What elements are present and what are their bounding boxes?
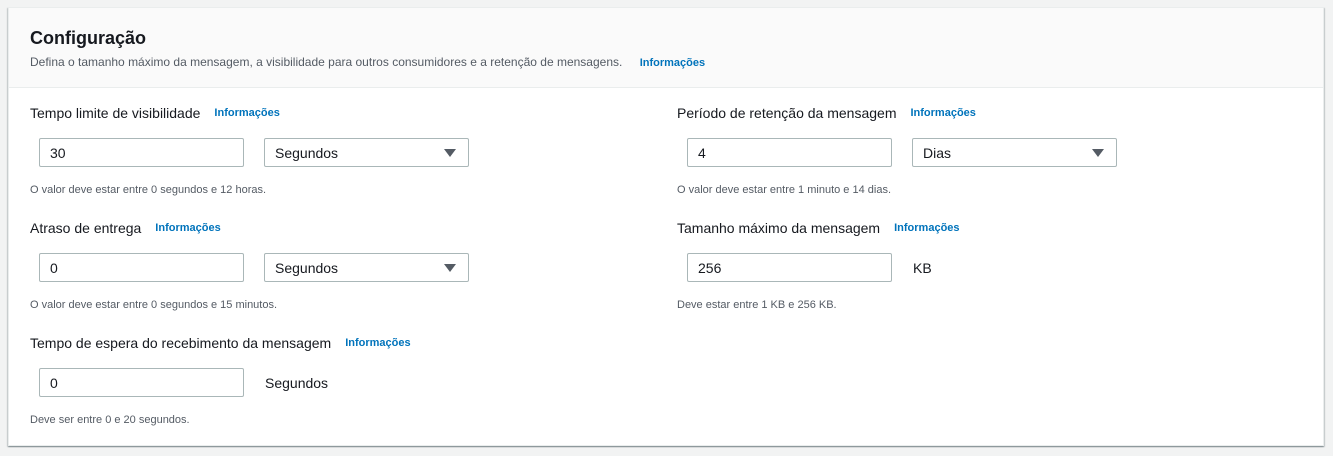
visibility-timeout-label-row: Tempo limite de visibilidade Informações — [30, 104, 280, 122]
section-description: Defina o tamanho máximo da mensagem, a v… — [30, 54, 705, 71]
delivery-delay-unit-value: Segundos — [275, 260, 339, 276]
delivery-delay-hint: O valor deve estar entre 0 segundos e 15… — [30, 299, 278, 311]
delivery-delay-input[interactable] — [39, 253, 244, 282]
max-message-size-unit: KB — [913, 260, 932, 276]
max-message-size-input[interactable] — [687, 253, 892, 282]
receive-wait-time-hint: Deve ser entre 0 e 20 segundos. — [30, 414, 190, 426]
caret-down-icon — [444, 149, 456, 157]
visibility-timeout-label: Tempo limite de visibilidade — [30, 105, 201, 121]
delivery-delay-label: Atraso de entrega — [30, 220, 142, 236]
visibility-timeout-info-link[interactable]: Informações — [214, 107, 279, 119]
receive-wait-time-unit: Segundos — [265, 375, 329, 391]
receive-wait-time-label-row: Tempo de espera do recebimento da mensag… — [30, 334, 411, 352]
visibility-timeout-hint: O valor deve estar entre 0 segundos e 12… — [30, 184, 267, 196]
visibility-timeout-unit-select[interactable]: Segundos — [264, 138, 469, 167]
retention-period-unit-value: Dias — [923, 145, 952, 161]
visibility-timeout-unit-value: Segundos — [275, 145, 339, 161]
delivery-delay-unit-select[interactable]: Segundos — [264, 253, 469, 282]
retention-period-label-row: Período de retenção da mensagem Informaç… — [677, 104, 976, 122]
delivery-delay-info-link[interactable]: Informações — [155, 222, 220, 234]
panel-header: Configuração Defina o tamanho máximo da … — [9, 8, 1323, 88]
section-description-text: Defina o tamanho máximo da mensagem, a v… — [30, 55, 623, 69]
caret-down-icon — [444, 264, 456, 272]
max-message-size-info-link[interactable]: Informações — [894, 222, 959, 234]
visibility-timeout-input[interactable] — [39, 138, 244, 167]
max-message-size-label: Tamanho máximo da mensagem — [677, 220, 881, 236]
retention-period-input[interactable] — [687, 138, 892, 167]
receive-wait-time-label: Tempo de espera do recebimento da mensag… — [30, 335, 332, 351]
retention-period-unit-select[interactable]: Dias — [912, 138, 1117, 167]
delivery-delay-label-row: Atraso de entrega Informações — [30, 219, 221, 237]
section-info-link[interactable]: Informações — [640, 57, 705, 69]
max-message-size-hint: Deve estar entre 1 KB e 256 KB. — [677, 299, 837, 311]
retention-period-label: Período de retenção da mensagem — [677, 105, 897, 121]
retention-period-info-link[interactable]: Informações — [910, 107, 975, 119]
max-message-size-label-row: Tamanho máximo da mensagem Informações — [677, 219, 960, 237]
configuration-panel: Configuração Defina o tamanho máximo da … — [8, 7, 1324, 446]
section-title: Configuração — [30, 28, 147, 48]
receive-wait-time-info-link[interactable]: Informações — [345, 337, 410, 349]
retention-period-hint: O valor deve estar entre 1 minuto e 14 d… — [677, 184, 892, 196]
caret-down-icon — [1092, 149, 1104, 157]
receive-wait-time-input[interactable] — [39, 368, 244, 397]
